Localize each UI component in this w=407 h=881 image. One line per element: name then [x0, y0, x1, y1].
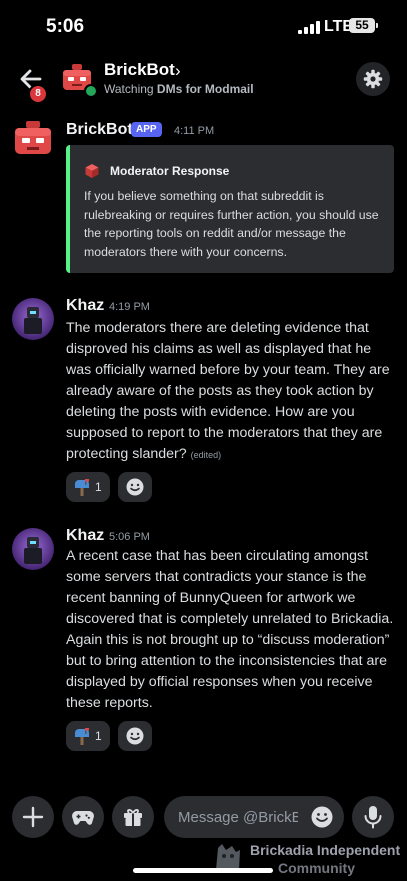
message-content: The moderators there are deleting eviden…: [66, 320, 390, 462]
message-text: A recent case that has been circulating …: [66, 548, 394, 711]
author-name[interactable]: Khaz: [66, 527, 104, 545]
author-name[interactable]: Khaz: [66, 297, 104, 315]
reaction-chip[interactable]: 1: [66, 721, 110, 751]
settings-button[interactable]: [356, 62, 390, 96]
chevron-right-icon[interactable]: ›: [175, 61, 181, 81]
message-input-box[interactable]: [164, 796, 344, 838]
smiley-icon: [126, 727, 144, 745]
add-reaction-button[interactable]: [118, 472, 152, 502]
timestamp: 5:06 PM: [109, 531, 150, 543]
status-prefix: Watching: [104, 82, 154, 96]
timestamp: 4:19 PM: [109, 301, 150, 313]
home-indicator[interactable]: [133, 868, 273, 873]
message-input[interactable]: [178, 807, 298, 827]
channel-title[interactable]: BrickBot: [104, 60, 175, 80]
message-text: The moderators there are deleting eviden…: [66, 318, 396, 466]
clock: 5:06: [46, 16, 85, 37]
bot-status: Watching DMs for Modmail: [104, 82, 254, 96]
microphone-icon: [364, 806, 382, 829]
user-avatar[interactable]: [12, 528, 54, 570]
reaction-count: 1: [95, 480, 102, 494]
plus-icon: [22, 806, 44, 828]
user-avatar[interactable]: [12, 298, 54, 340]
gamepad-icon: [72, 811, 94, 825]
status-bar: 5:06 LTE 55: [0, 0, 407, 52]
mailbox-icon: [75, 728, 89, 745]
dm-header: 8 BrickBot › Watching DMs for Modmail: [0, 52, 407, 112]
smiley-icon: [126, 478, 144, 496]
embed-card: Moderator Response If you believe someth…: [66, 145, 394, 273]
attach-button[interactable]: [12, 796, 54, 838]
reaction-count: 1: [95, 729, 102, 743]
composer-bar: Brickadia Independent Community: [0, 790, 407, 881]
embed-title: Moderator Response: [110, 164, 230, 178]
app-tag: APP: [131, 122, 162, 137]
battery-icon: 55: [349, 18, 378, 33]
gift-icon: [124, 809, 142, 826]
emoji-icon[interactable]: [310, 805, 334, 829]
timestamp: 4:11 PM: [174, 125, 215, 137]
bot-avatar[interactable]: [12, 118, 54, 160]
watermark-line-2: Community: [278, 860, 355, 876]
activities-button[interactable]: [62, 796, 104, 838]
cube-icon: [85, 164, 99, 178]
status-activity: DMs for Modmail: [156, 82, 254, 96]
mailbox-icon: [75, 479, 89, 496]
add-reaction-button[interactable]: [118, 721, 152, 751]
watermark-line-1: Brickadia Independent: [250, 842, 401, 858]
author-name[interactable]: BrickBot: [66, 121, 133, 139]
gift-button[interactable]: [112, 796, 154, 838]
online-status-dot: [84, 84, 98, 98]
reaction-chip[interactable]: 1: [66, 472, 110, 502]
gear-icon: [363, 69, 383, 89]
unread-badge: 8: [28, 84, 48, 104]
edited-label: (edited): [190, 450, 222, 460]
embed-description: If you believe something on that subredd…: [84, 189, 379, 259]
voice-message-button[interactable]: [352, 796, 394, 838]
signal-icon: [298, 21, 320, 34]
